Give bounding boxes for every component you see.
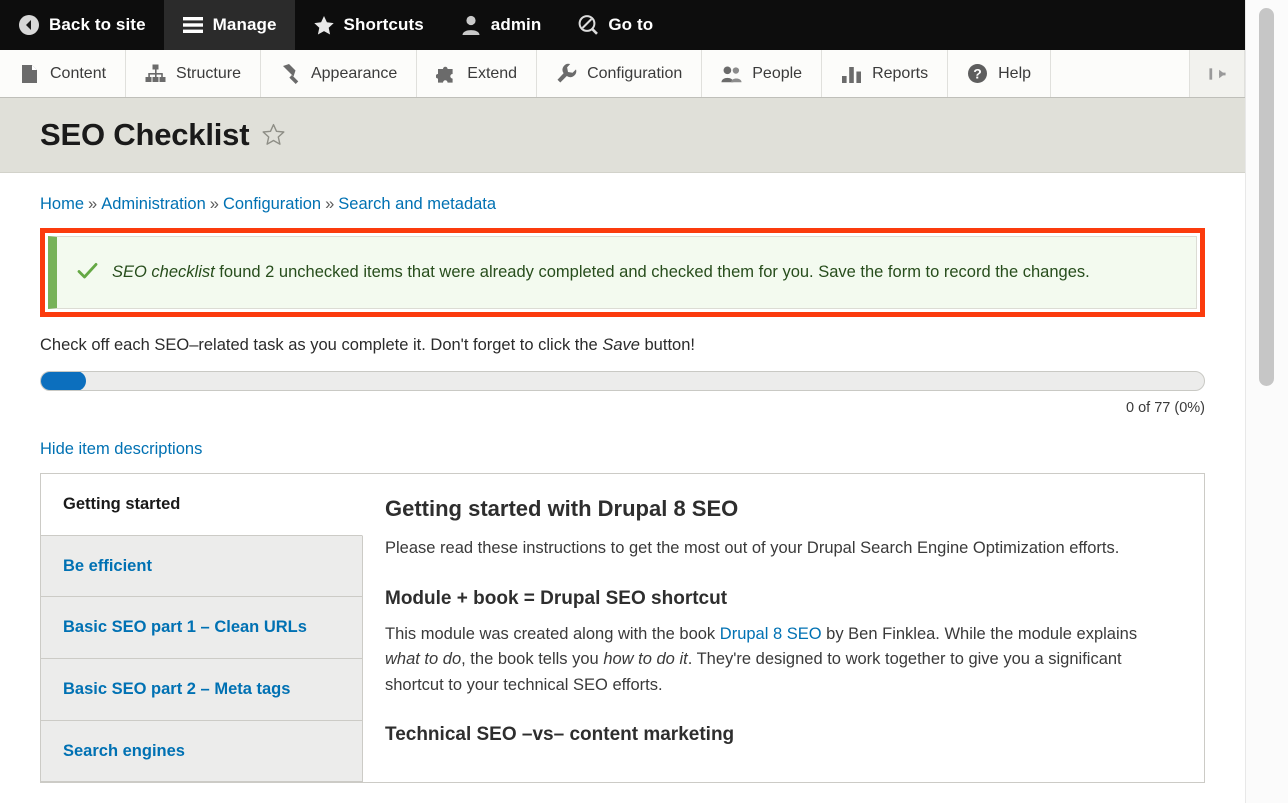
wrench-icon [556, 63, 577, 84]
tray-spacer [1051, 50, 1190, 97]
tray-item-label: Content [50, 64, 107, 82]
admin-bar-item-shortcuts[interactable]: Shortcuts [295, 0, 442, 50]
instructions-before: Check off each SEO–related task as you c… [40, 336, 603, 354]
status-message-emphasis: SEO checklist [112, 263, 215, 281]
vertical-tab-label: Basic SEO part 2 – Meta tags [63, 679, 291, 698]
tray-item-help[interactable]: ? Help [948, 50, 1052, 97]
admin-bar-label: Back to site [49, 15, 146, 34]
vertical-tab-be-efficient[interactable]: Be efficient [41, 535, 362, 598]
people-icon [721, 63, 742, 84]
vertical-tabs: Getting started Be efficient Basic SEO p… [40, 473, 1205, 784]
vertical-tab-label: Be efficient [63, 556, 152, 575]
admin-bar-label: Go to [608, 15, 654, 34]
status-message-body: found 2 unchecked items that were alread… [214, 263, 1090, 281]
check-icon [77, 261, 98, 286]
pane-body-emphasis-1: what to do [385, 650, 462, 669]
pane-body-mid: by Ben Finklea. While the module explain… [821, 624, 1138, 643]
tray-item-appearance[interactable]: Appearance [260, 50, 418, 97]
tray-item-reports[interactable]: Reports [822, 50, 949, 97]
user-icon [460, 14, 482, 36]
breadcrumb-separator: » [88, 195, 98, 213]
svg-text:?: ? [973, 66, 982, 82]
breadcrumb-item-configuration[interactable]: Configuration [223, 195, 321, 213]
status-message-highlight-box: SEO checklist found 2 unchecked items th… [40, 228, 1205, 317]
vertical-tab-getting-started[interactable]: Getting started [41, 474, 363, 536]
page-title-bar: SEO Checklist [0, 98, 1245, 173]
tray-item-label: Structure [176, 64, 241, 82]
tray-item-label: People [752, 64, 803, 82]
page-root: Back to site Manage Shortcuts admin Go t [0, 0, 1288, 803]
tray-item-content[interactable]: Content [0, 50, 127, 97]
progress-bar-wrapper: 0 of 77 (0%) [40, 371, 1205, 418]
admin-toolbar: Back to site Manage Shortcuts admin Go t [0, 0, 1245, 50]
paintbrush-icon [280, 63, 301, 84]
vertical-tabs-menu: Getting started Be efficient Basic SEO p… [41, 474, 363, 783]
breadcrumb: Home» Administration» Configuration» Search… [40, 173, 1205, 228]
search-circle-icon [577, 14, 599, 36]
document-icon [19, 63, 40, 84]
collapse-left-icon [1207, 63, 1228, 84]
hamburger-icon [182, 14, 204, 36]
pane-heading: Getting started with Drupal 8 SEO [385, 496, 739, 522]
scrollbar-thumb[interactable] [1259, 8, 1274, 386]
progress-bar-track [40, 371, 1205, 392]
breadcrumb-item-home[interactable]: Home [40, 195, 84, 213]
tray-item-structure[interactable]: Structure [126, 50, 261, 97]
vertical-tabs-pane: Getting started with Drupal 8 SEO Please… [363, 474, 1204, 783]
page-title: SEO Checklist [40, 117, 250, 152]
tray-item-label: Appearance [310, 64, 398, 82]
admin-bar-label: Shortcuts [343, 15, 424, 34]
tray-item-label: Reports [872, 64, 929, 82]
pane-subheading-2: Technical SEO –vs– content marketing [385, 724, 735, 746]
status-message: SEO checklist found 2 unchecked items th… [48, 236, 1197, 309]
admin-bar-item-admin-user[interactable]: admin [442, 0, 560, 50]
toolbar-collapse-button[interactable] [1190, 50, 1245, 97]
progress-bar-label: 0 of 77 (0%) [1126, 400, 1205, 417]
hide-item-descriptions-link[interactable]: Hide item descriptions [40, 418, 202, 473]
instructions-emphasis: Save [602, 336, 640, 354]
tray-item-label: Help [998, 64, 1032, 82]
breadcrumb-separator: » [325, 195, 335, 213]
admin-bar-item-manage[interactable]: Manage [163, 0, 295, 50]
vertical-tab-search-engines[interactable]: Search engines [41, 720, 362, 783]
admin-menu-tray: Content Structure Appearance Extend Conf [0, 50, 1245, 98]
star-icon [313, 14, 335, 36]
pane-intro-paragraph: Please read these instructions to get th… [385, 539, 1120, 558]
vertical-tab-basic-seo-part-2[interactable]: Basic SEO part 2 – Meta tags [41, 658, 362, 721]
breadcrumb-separator: » [209, 195, 219, 213]
admin-bar-item-back-to-site[interactable]: Back to site [0, 0, 164, 50]
drupal-8-seo-book-link[interactable]: Drupal 8 SEO [720, 625, 822, 643]
sitemap-icon [145, 63, 166, 84]
vertical-tab-label: Basic SEO part 1 – Clean URLs [63, 618, 307, 637]
bar-chart-icon [841, 63, 862, 84]
tray-item-label: Configuration [587, 64, 683, 82]
vertical-tab-label: Getting started [63, 495, 181, 514]
progress-bar-fill [41, 372, 86, 391]
puzzle-piece-icon [436, 63, 457, 84]
pane-body-mid-2: , the book tells you [461, 650, 604, 669]
status-message-text: SEO checklist found 2 unchecked items th… [112, 259, 1090, 286]
admin-bar-label: admin [490, 15, 542, 34]
tray-item-label: Extend [467, 64, 518, 82]
instructions-text: Check off each SEO–related task as you c… [40, 329, 1205, 371]
pane-body-emphasis-2: how to do it [603, 650, 688, 669]
instructions-after: button! [639, 336, 695, 354]
question-mark-circle-icon: ? [967, 63, 988, 84]
back-arrow-circle-icon [18, 14, 40, 36]
vertical-tab-basic-seo-part-1[interactable]: Basic SEO part 1 – Clean URLs [41, 597, 362, 659]
pane-subheading-1: Module + book = Drupal SEO shortcut [385, 587, 728, 609]
star-outline-icon[interactable] [261, 123, 286, 147]
tray-item-people[interactable]: People [702, 50, 823, 97]
page-scrollbar[interactable] [1245, 0, 1288, 803]
breadcrumb-item-search-and-metadata[interactable]: Search and metadata [338, 195, 496, 213]
breadcrumb-item-administration[interactable]: Administration [101, 195, 206, 213]
tray-item-extend[interactable]: Extend [417, 50, 538, 97]
pane-body-before: This module was created along with the b… [385, 624, 720, 643]
pane-body-paragraph-1: This module was created along with the b… [385, 622, 1174, 699]
main-content-region: Home» Administration» Configuration» Search… [0, 173, 1245, 784]
vertical-tab-label: Search engines [63, 741, 185, 760]
admin-bar-label: Manage [212, 15, 277, 34]
tray-item-configuration[interactable]: Configuration [537, 50, 703, 97]
admin-bar-item-go-to[interactable]: Go to [559, 0, 671, 50]
